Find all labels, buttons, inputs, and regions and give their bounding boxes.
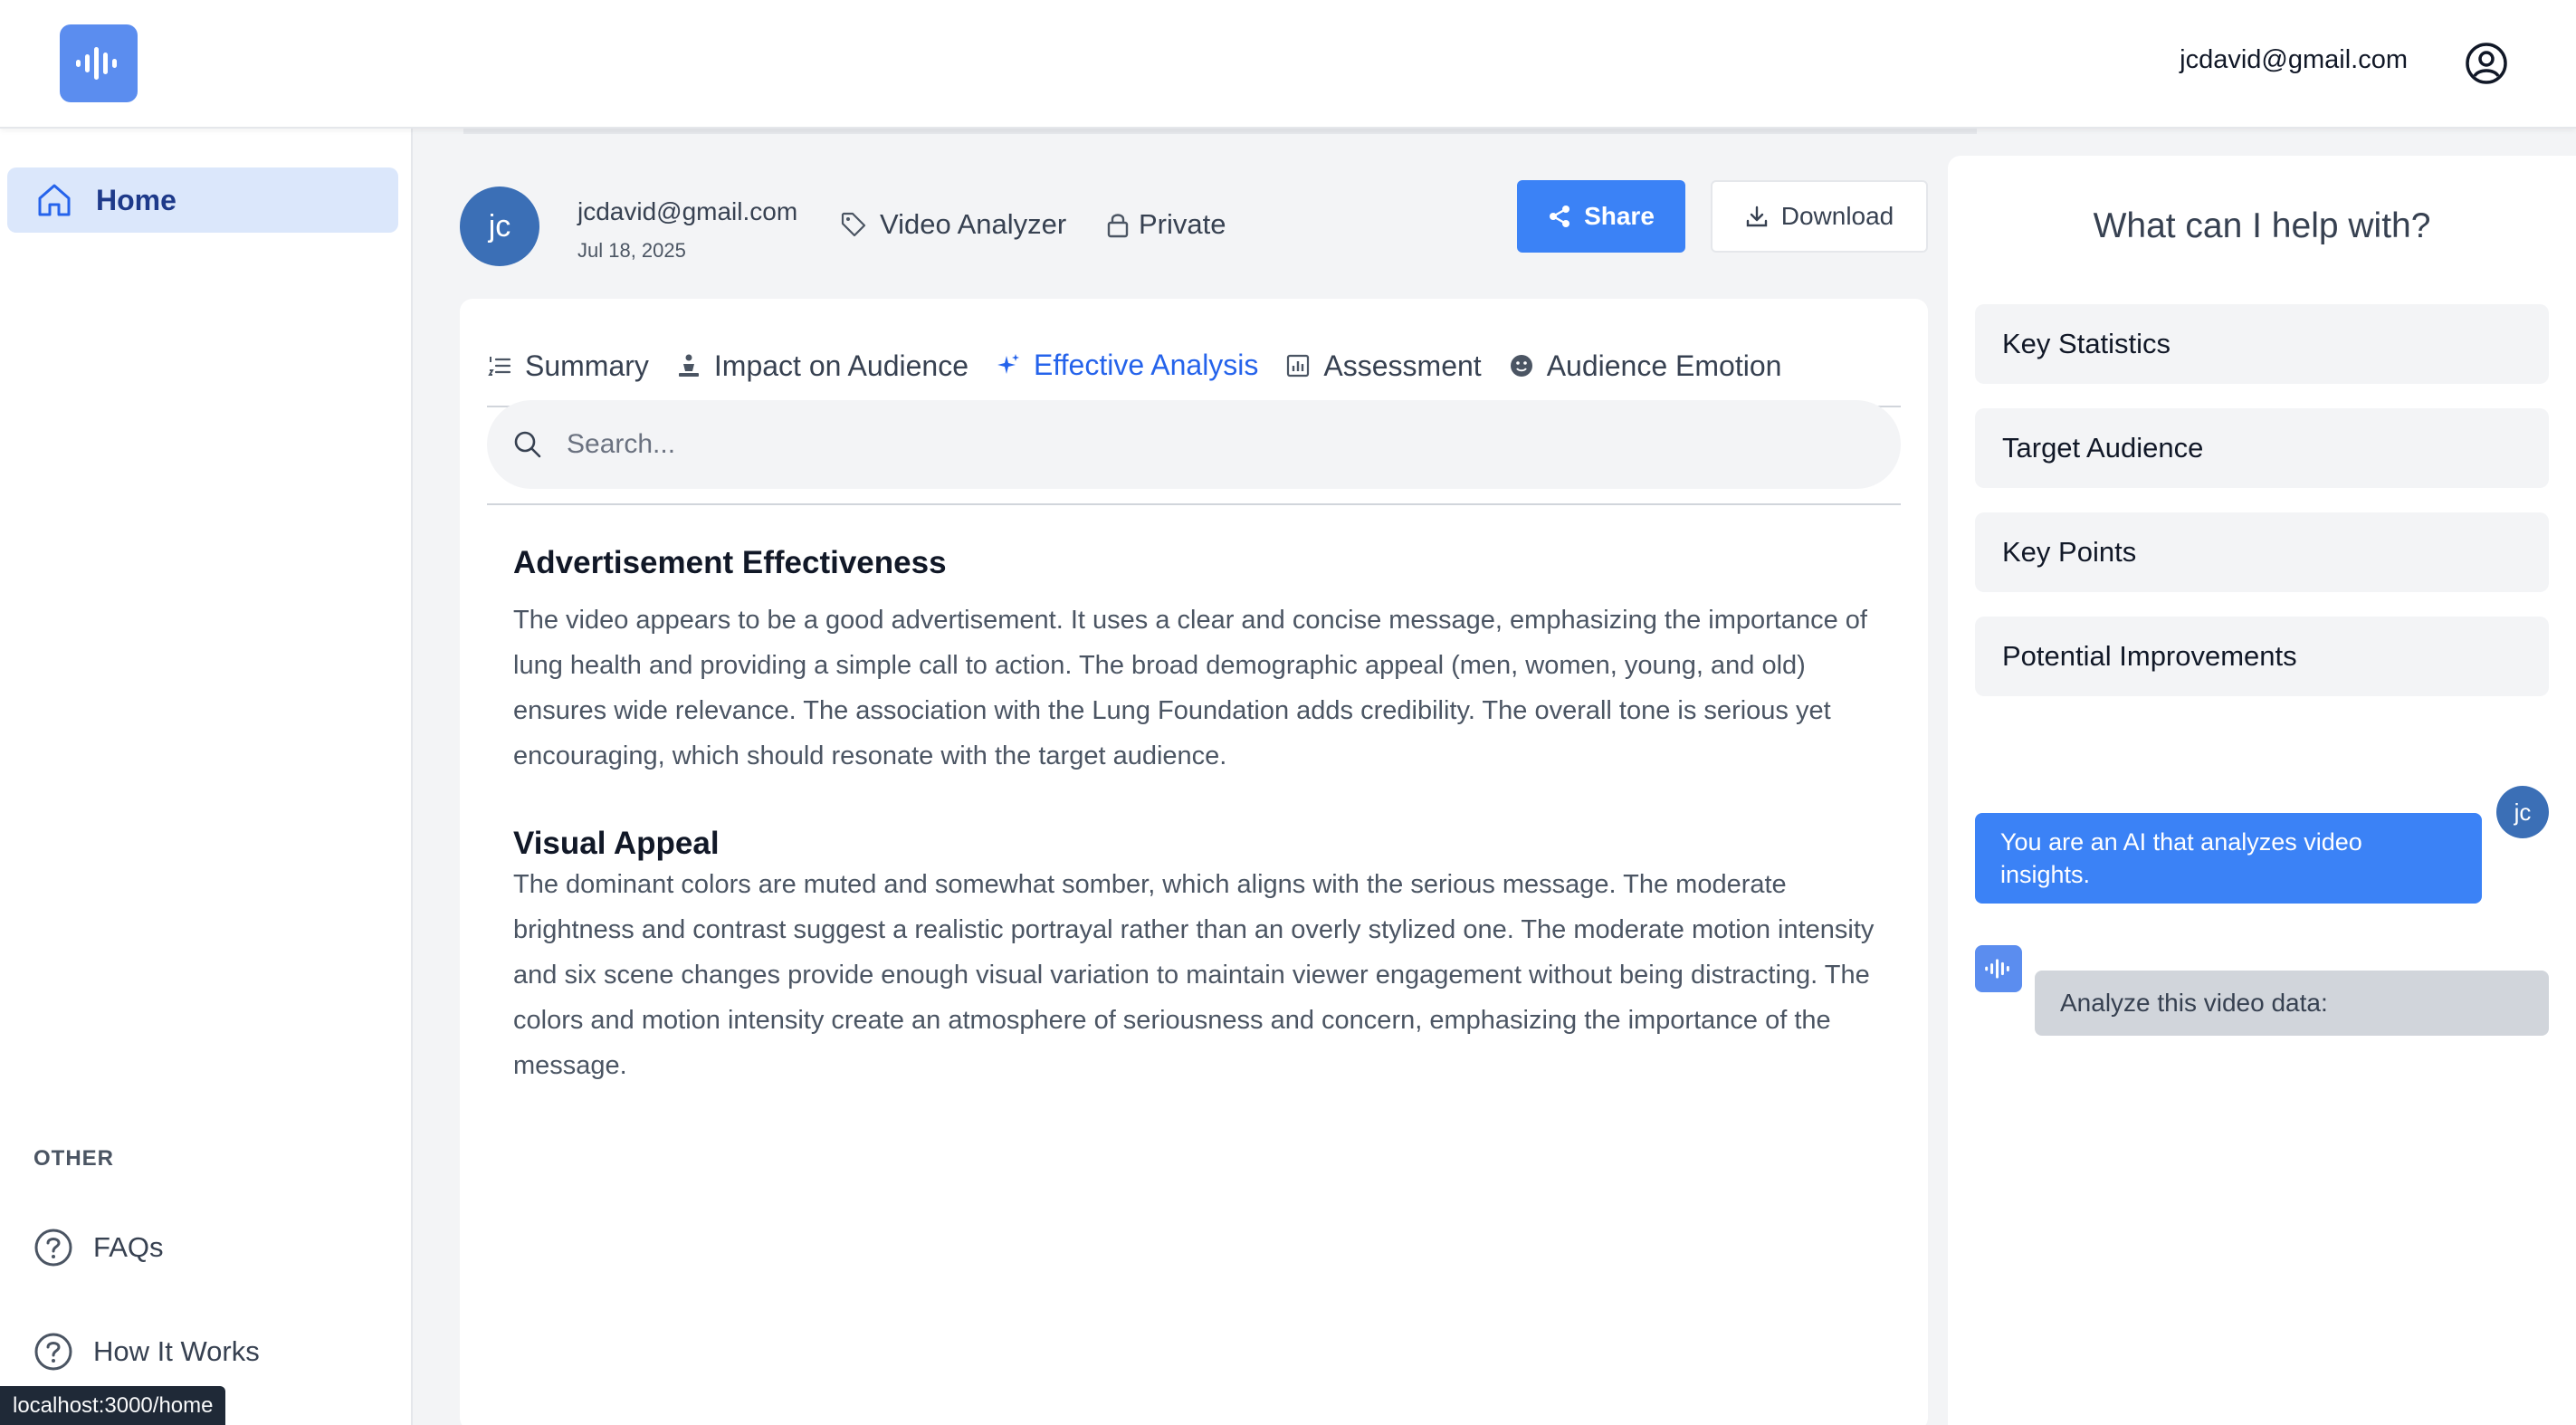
- sidebar-item-label: Home: [96, 183, 177, 216]
- visibility-label: Private: [1139, 208, 1226, 240]
- lock-icon: [1107, 214, 1129, 238]
- download-button[interactable]: Download: [1711, 180, 1928, 253]
- owner-email: jcdavid@gmail.com: [577, 197, 798, 225]
- tab-impact-on-audience[interactable]: Impact on Audience: [676, 326, 981, 406]
- search-bar: [487, 400, 1901, 489]
- tab-assessment[interactable]: Assessment: [1285, 326, 1493, 406]
- assistant-panel: What can I help with? Key Statistics Tar…: [1948, 156, 2576, 1425]
- sidebar-item-label: How It Works: [93, 1335, 260, 1367]
- tab-effective-analysis[interactable]: Effective Analysis: [995, 326, 1272, 407]
- tab-label: Effective Analysis: [1033, 348, 1259, 381]
- section-body: The dominant colors are muted and somewh…: [513, 870, 1875, 1080]
- bot-message: Analyze this video data:: [2035, 971, 2549, 1036]
- video-tag-label: Video Analyzer: [880, 208, 1067, 240]
- suggestion-key-points[interactable]: Key Points: [1975, 512, 2549, 592]
- section-title: Visual Appeal: [513, 826, 720, 861]
- sidebar: Home OTHER FAQs How It Works: [0, 129, 413, 1425]
- suggestion-potential-improvements[interactable]: Potential Improvements: [1975, 617, 2549, 696]
- search-input[interactable]: [567, 429, 1834, 460]
- audio-waveform-icon[interactable]: [60, 24, 138, 102]
- top-bar: jcdavid@gmail.com: [0, 0, 2576, 129]
- share-label: Share: [1584, 202, 1655, 230]
- divider: [463, 129, 1977, 134]
- suggestion-target-audience[interactable]: Target Audience: [1975, 408, 2549, 488]
- divider: [487, 503, 1901, 505]
- sidebar-section-other: OTHER: [33, 1146, 114, 1171]
- header-user-email: jcdavid@gmail.com: [2180, 45, 2408, 74]
- person-icon: [678, 354, 699, 377]
- search-icon: [514, 431, 541, 458]
- download-label: Download: [1780, 202, 1894, 230]
- sidebar-item-how-it-works[interactable]: How It Works: [33, 1332, 260, 1372]
- help-circle-icon: [34, 1229, 72, 1267]
- main-content: jc jcdavid@gmail.com Jul 18, 2025 Video …: [413, 129, 1977, 1425]
- sparkle-icon: [997, 354, 1019, 374]
- analysis-card: Summary Impact on Audience Effective Ana…: [460, 299, 1928, 1425]
- section-advertisement-effectiveness: Advertisement Effectiveness The video ap…: [513, 545, 1880, 779]
- sidebar-item-home[interactable]: Home: [7, 167, 398, 233]
- audio-waveform-icon: [1975, 945, 2022, 992]
- download-icon: [1746, 206, 1767, 227]
- bar-chart-icon: [1287, 354, 1310, 378]
- list-ordered-icon: [488, 357, 511, 376]
- section-visual-appeal: Visual Appeal The dominant colors are mu…: [513, 826, 1880, 1088]
- tab-summary[interactable]: Summary: [487, 326, 662, 406]
- share-icon: [1550, 206, 1570, 227]
- tab-label: Summary: [525, 349, 649, 382]
- assistant-title: What can I help with?: [2093, 206, 2431, 245]
- tab-label: Audience Emotion: [1546, 349, 1782, 382]
- tab-bar: Summary Impact on Audience Effective Ana…: [487, 326, 1901, 407]
- user-message: You are an AI that analyzes video insigh…: [1975, 813, 2482, 904]
- home-icon: [38, 184, 71, 216]
- avatar: jc: [2496, 786, 2549, 838]
- avatar: jc: [460, 186, 539, 266]
- share-button[interactable]: Share: [1517, 180, 1685, 253]
- visibility-status: Private: [1106, 208, 1226, 241]
- video-tag: Video Analyzer: [840, 208, 1066, 241]
- smiley-icon: [1510, 355, 1532, 377]
- suggestion-key-statistics[interactable]: Key Statistics: [1975, 304, 2549, 384]
- sidebar-item-faqs[interactable]: FAQs: [33, 1228, 164, 1267]
- sidebar-item-label: FAQs: [93, 1231, 164, 1263]
- section-title: Advertisement Effectiveness: [513, 545, 947, 580]
- tab-audience-emotion[interactable]: Audience Emotion: [1509, 326, 1795, 406]
- tag-icon: [841, 212, 866, 237]
- help-circle-icon: [34, 1333, 72, 1371]
- video-date: Jul 18, 2025: [577, 239, 686, 262]
- tab-label: Impact on Audience: [713, 349, 968, 382]
- status-bar-url: localhost:3000/home: [0, 1386, 226, 1425]
- user-circle-icon[interactable]: [2464, 41, 2509, 86]
- section-body: The video appears to be a good advertise…: [513, 606, 1867, 770]
- tab-label: Assessment: [1323, 349, 1482, 382]
